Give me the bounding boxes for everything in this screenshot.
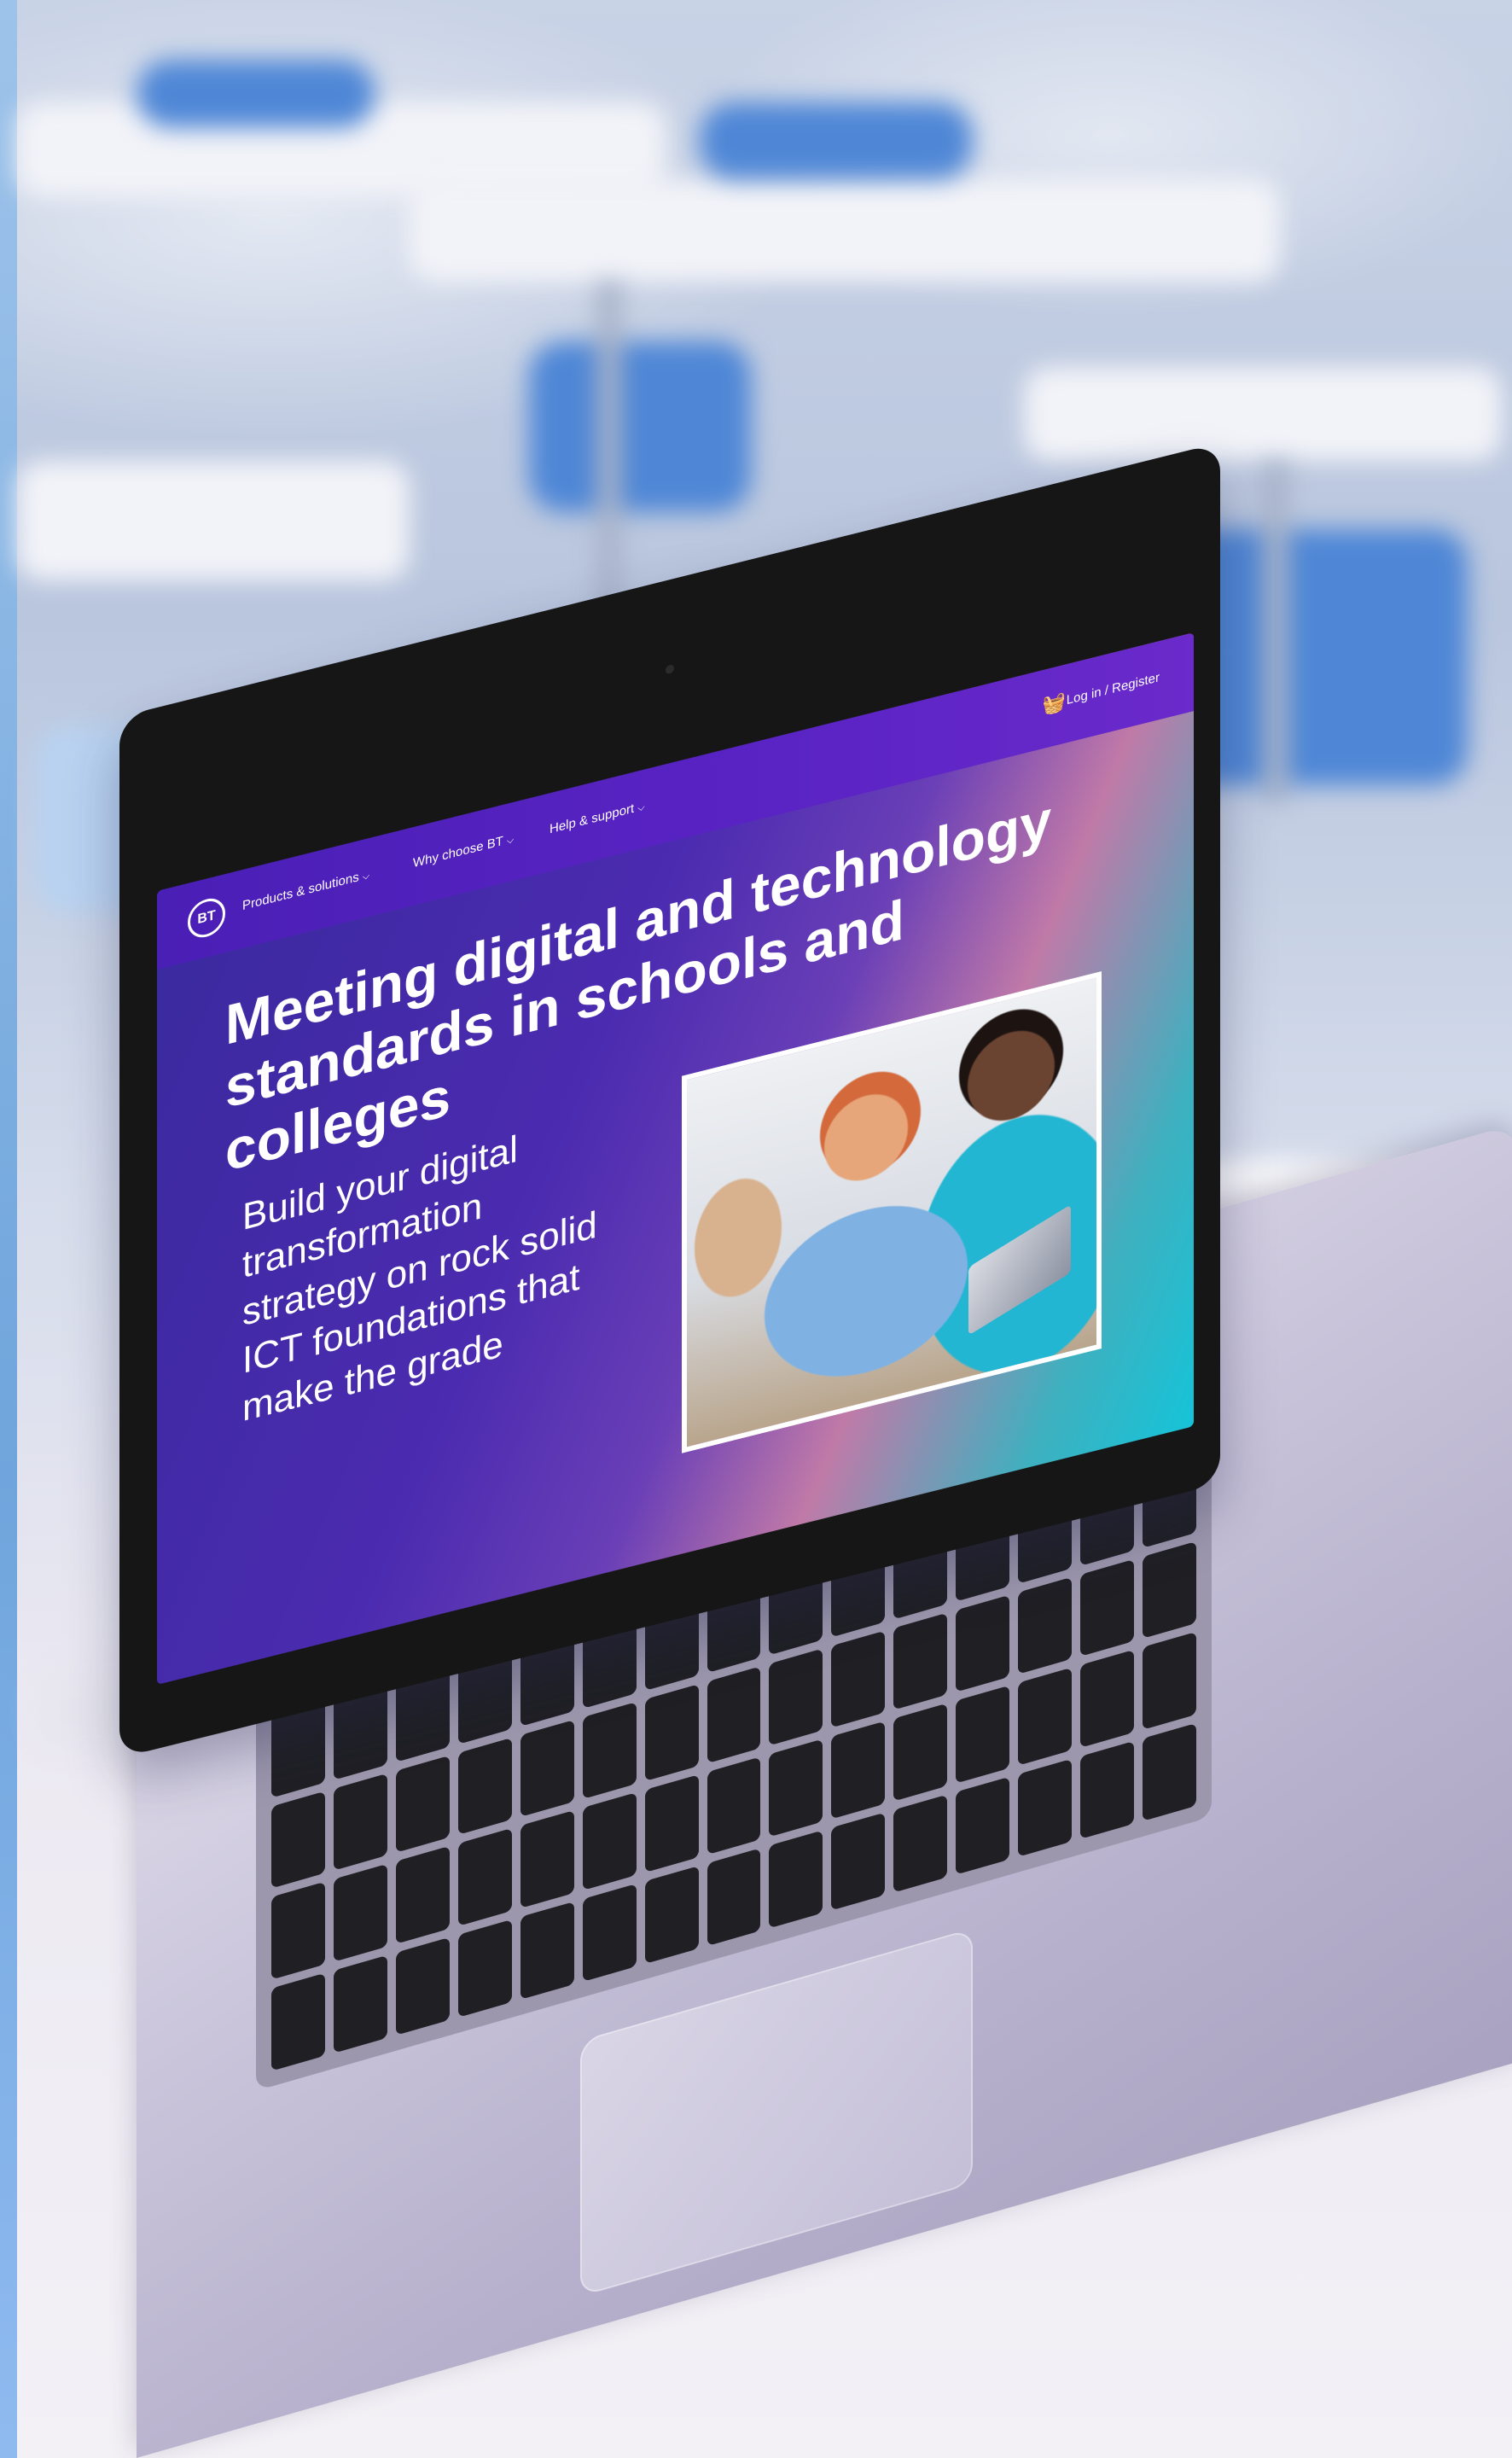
- key: [644, 1774, 699, 1873]
- nav-item-label: Help & support: [550, 801, 635, 837]
- nav-item-help-support[interactable]: Help & support ⌵: [550, 799, 645, 837]
- key: [893, 1794, 948, 1893]
- key: [1018, 1668, 1073, 1766]
- key: [831, 1812, 886, 1911]
- chevron-down-icon: ⌵: [506, 834, 515, 847]
- key: [1143, 1541, 1196, 1640]
- key: [956, 1776, 1010, 1875]
- key: [956, 1594, 1010, 1693]
- key: [1080, 1558, 1135, 1657]
- key: [769, 1647, 823, 1746]
- chevron-down-icon: ⌵: [362, 870, 370, 883]
- key: [1018, 1758, 1073, 1857]
- key: [457, 1919, 512, 2018]
- key: [1143, 1632, 1196, 1731]
- key: [831, 1630, 886, 1728]
- key: [457, 1737, 512, 1836]
- key: [271, 1972, 325, 2071]
- key: [395, 1937, 450, 2036]
- key: [457, 1828, 512, 1927]
- bt-logo[interactable]: BT: [188, 894, 225, 942]
- nav-item-label: Why choose BT: [413, 833, 503, 871]
- key: [707, 1665, 761, 1764]
- key: [1143, 1723, 1196, 1821]
- chevron-down-icon: ⌵: [637, 801, 645, 814]
- key: [271, 1791, 325, 1890]
- nav-item-label: Products & solutions: [242, 870, 359, 914]
- webcam: [666, 663, 674, 675]
- key: [333, 1864, 387, 1962]
- key: [1018, 1576, 1073, 1675]
- basket-icon[interactable]: 🧺: [1043, 690, 1066, 718]
- key: [769, 1739, 823, 1838]
- key: [707, 1848, 761, 1947]
- key: [582, 1701, 637, 1800]
- key: [395, 1846, 450, 1945]
- nav-item-products[interactable]: Products & solutions ⌵: [242, 867, 369, 913]
- key: [1080, 1650, 1135, 1749]
- key: [956, 1685, 1010, 1784]
- key: [333, 1954, 387, 2053]
- key: [395, 1755, 450, 1854]
- photo-laptop: [968, 1204, 1071, 1336]
- laptop: BT Products & solutions ⌵ Why choose BT ⌵ …: [0, 0, 1512, 2458]
- key: [644, 1866, 699, 1965]
- key: [582, 1792, 637, 1891]
- key: [893, 1612, 948, 1710]
- key: [333, 1773, 387, 1872]
- key: [831, 1721, 886, 1820]
- key: [520, 1719, 574, 1818]
- login-register-link[interactable]: Log in / Register: [1067, 670, 1160, 708]
- nav-item-why-choose-bt[interactable]: Why choose BT ⌵: [413, 831, 514, 871]
- key: [271, 1882, 325, 1980]
- key: [707, 1756, 761, 1855]
- key: [769, 1830, 823, 1929]
- key: [520, 1810, 574, 1909]
- key: [520, 1902, 574, 2001]
- key: [893, 1703, 948, 1802]
- key: [644, 1683, 699, 1782]
- key: [1080, 1740, 1135, 1839]
- trackpad[interactable]: [580, 1927, 973, 2297]
- key: [582, 1884, 637, 1983]
- laptop-screen: BT Products & solutions ⌵ Why choose BT ⌵ …: [157, 632, 1194, 1686]
